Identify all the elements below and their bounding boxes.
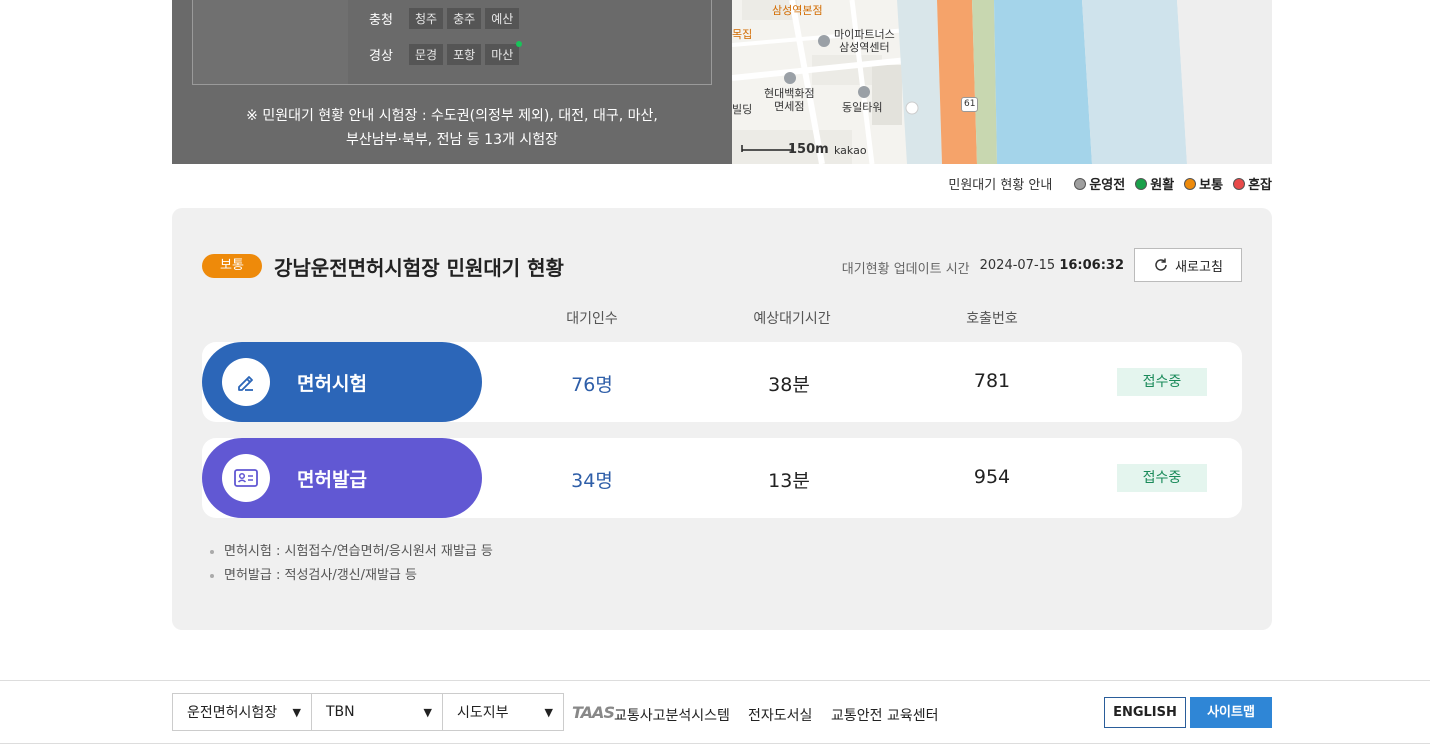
map[interactable]: 삼성역본점 목집 마이파트너스 삼성역센터 현대백화점 면세점 동일타워 빌딩 61…	[732, 0, 1272, 164]
table-row: 면허시험 76명 38분 781 접수중	[202, 342, 1242, 422]
region-label: 경상	[369, 49, 393, 64]
region-map-area	[193, 0, 348, 84]
map-label: 삼성역본점	[772, 4, 823, 17]
map-canvas	[732, 0, 1272, 164]
refresh-icon	[1155, 258, 1167, 271]
column-header: 호출번호	[966, 311, 1018, 327]
status-badge: 접수중	[1117, 464, 1207, 492]
note-text: 면허발급 : 적성검사/갱신/재발급 등	[224, 568, 417, 583]
exam-center-select[interactable]: 운전면허시험장 ▼	[172, 693, 312, 731]
region-chip[interactable]: 포항	[447, 44, 482, 65]
legend-item: 보통	[1184, 174, 1223, 193]
legend-title: 민원대기 현황 안내	[948, 178, 1053, 193]
footer: 운전면허시험장 ▼ TBN ▼ 시도지부 ▼ TAAS 교통사고분석시스템 전자…	[0, 680, 1430, 744]
select-value: 운전면허시험장	[187, 705, 278, 721]
status-legend: 민원대기 현황 안내 운영전 원활 보통 혼잡	[948, 174, 1272, 193]
tbn-select[interactable]: TBN ▼	[311, 693, 443, 731]
call-number: 954	[973, 466, 1011, 488]
wait-time: 13분	[768, 470, 810, 492]
region-chip[interactable]: 문경	[409, 44, 444, 65]
wait-status-card: 보통 강남운전면허시험장 민원대기 현황 대기현황 업데이트 시간 2024-0…	[172, 208, 1272, 630]
column-header: 예상대기시간	[753, 311, 831, 327]
legend-item: 혼잡	[1233, 174, 1272, 193]
row-label: 면허발급	[297, 468, 367, 491]
select-value: 시도지부	[457, 705, 509, 721]
refresh-label: 새로고침	[1175, 259, 1223, 275]
english-button[interactable]: ENGLISH	[1104, 697, 1186, 728]
legend-circle-icon	[1233, 177, 1246, 190]
update-date: 2024-07-15	[979, 258, 1056, 273]
education-center-link[interactable]: 교통안전 교육센터	[831, 705, 939, 725]
region-row-gyeongsang: 경상 문경 포항 마산	[369, 41, 523, 65]
region-chip[interactable]: 예산	[485, 8, 520, 29]
id-card-icon	[222, 454, 270, 502]
active-dot	[516, 41, 523, 47]
row-pill: 면허시험	[202, 342, 482, 422]
map-scale: 150m	[788, 142, 829, 157]
legend-label: 혼잡	[1248, 178, 1272, 193]
region-panel: 충청 청주 충주 예산 경상 문경 포항 마산 ※ 민원대기 현황 안내 시험장…	[172, 0, 732, 164]
region-note: ※ 민원대기 현황 안내 시험장 : 수도권(의정부 제외), 대전, 대구, …	[172, 104, 732, 152]
list-item: 면허시험 : 시험접수/연습면허/응시원서 재발급 등	[210, 540, 493, 564]
poi-icon	[784, 72, 796, 84]
call-number: 781	[973, 370, 1011, 392]
list-item: 면허발급 : 적성검사/갱신/재발급 등	[210, 564, 493, 588]
region-note-line: 부산남부·북부, 전남 등 13개 시험장	[346, 132, 558, 148]
refresh-button[interactable]: 새로고침	[1134, 248, 1242, 282]
update-clock: 16:06:32	[1059, 258, 1124, 273]
region-chip[interactable]: 충주	[447, 8, 482, 29]
legend-label: 원활	[1150, 178, 1175, 193]
region-chip-selected[interactable]: 마산	[485, 41, 523, 65]
update-label: 대기현황 업데이트 시간	[841, 262, 970, 277]
e-library-link[interactable]: 전자도서실	[748, 705, 812, 725]
map-label: 동일타워	[842, 101, 883, 114]
waiting-count: 34명	[571, 470, 613, 492]
region-row-chungcheong: 충청 청주 충주 예산	[369, 8, 523, 29]
status-badge: 접수중	[1117, 368, 1207, 396]
region-box: 충청 청주 충주 예산 경상 문경 포항 마산	[192, 0, 712, 85]
legend-item: 원활	[1135, 174, 1174, 193]
sitemap-button[interactable]: 사이트맵	[1190, 697, 1272, 728]
region-label: 충청	[369, 13, 393, 28]
select-value: TBN	[326, 704, 355, 720]
row-pill: 면허발급	[202, 438, 482, 518]
chevron-down-icon: ▼	[292, 706, 301, 719]
map-label: 마이파트너스 삼성역센터	[834, 28, 895, 54]
legend-circle-icon	[1184, 177, 1197, 190]
column-header: 대기인수	[566, 311, 618, 327]
kakao-logo: kakao	[834, 144, 867, 157]
legend-circle-icon	[1074, 177, 1087, 190]
poi-icon	[818, 35, 830, 47]
taas-logo: TAAS	[572, 703, 615, 722]
region-note-line: ※ 민원대기 현황 안내 시험장 : 수도권(의정부 제외), 대전, 대구, …	[246, 108, 658, 124]
chevron-down-icon: ▼	[544, 706, 553, 719]
pencil-icon	[222, 358, 270, 406]
taas-link[interactable]: 교통사고분석시스템	[614, 705, 730, 725]
note-text: 면허시험 : 시험접수/연습면허/응시원서 재발급 등	[224, 544, 493, 559]
legend-label: 운영전	[1089, 178, 1126, 193]
waiting-count: 76명	[571, 374, 613, 396]
region-chip-label: 마산	[491, 48, 514, 62]
wait-time: 38분	[768, 374, 810, 396]
legend-item: 운영전	[1074, 174, 1125, 193]
legend-circle-icon	[1135, 177, 1148, 190]
chevron-down-icon: ▼	[423, 706, 432, 719]
update-time: 대기현황 업데이트 시간 2024-07-15 16:06:32	[842, 258, 1124, 277]
page-title: 강남운전면허시험장 민원대기 현황	[274, 256, 564, 280]
bullet-icon	[210, 574, 214, 578]
road-number-badge: 61	[961, 97, 979, 112]
notes-list: 면허시험 : 시험접수/연습면허/응시원서 재발급 등 면허발급 : 적성검사/…	[210, 540, 493, 588]
status-badge: 보통	[202, 254, 262, 278]
row-label: 면허시험	[297, 372, 367, 395]
branch-select[interactable]: 시도지부 ▼	[442, 693, 564, 731]
poi-icon	[858, 86, 870, 98]
legend-label: 보통	[1199, 178, 1224, 193]
map-label: 목집	[732, 28, 753, 41]
bullet-icon	[210, 550, 214, 554]
map-label: 빌딩	[732, 103, 753, 116]
region-chip[interactable]: 청주	[409, 8, 444, 29]
map-label: 현대백화점 면세점	[764, 87, 815, 113]
table-row: 면허발급 34명 13분 954 접수중	[202, 438, 1242, 518]
